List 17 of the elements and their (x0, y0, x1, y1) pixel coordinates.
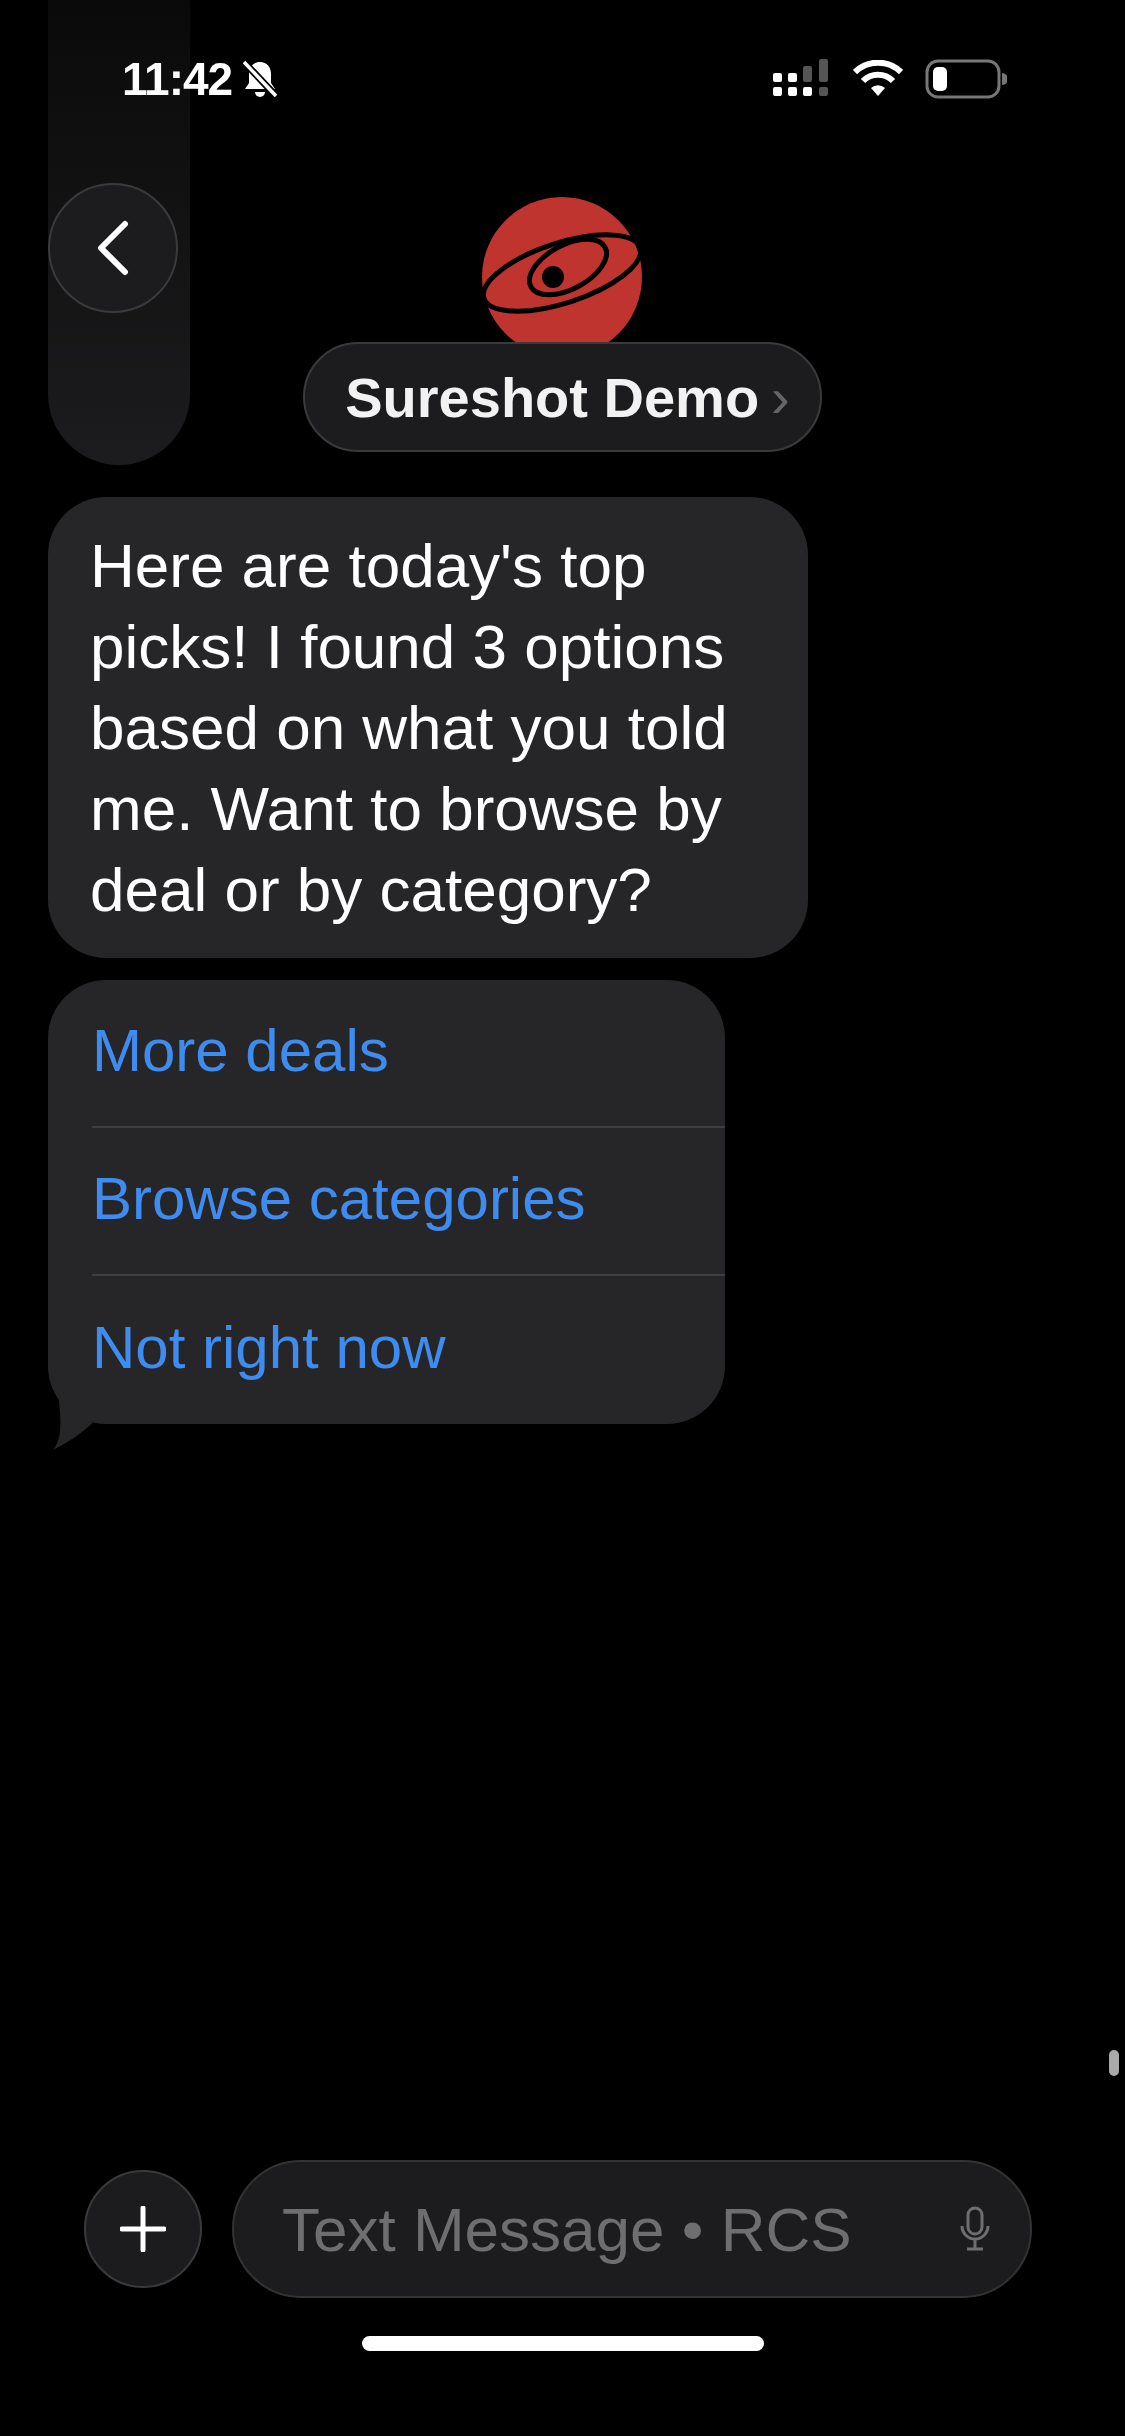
plus-icon (120, 2206, 166, 2252)
back-icon (95, 220, 131, 276)
message-field[interactable]: Text Message • RCS (232, 2160, 1032, 2298)
signal-icon (773, 59, 831, 99)
microphone-icon (958, 2206, 992, 2252)
wifi-icon (853, 60, 903, 98)
contact-name: Sureshot Demo (345, 364, 760, 430)
chevron-icon: › (771, 364, 790, 430)
scroll-indicator (1109, 2050, 1119, 2076)
suggestion-button[interactable]: Not right now (92, 1276, 725, 1424)
battery-icon (925, 59, 1007, 99)
suggestion-button[interactable]: Browse categories (92, 1128, 725, 1276)
contact-name-pill[interactable]: Sureshot Demo › (303, 342, 822, 452)
clock-time: 11:42 (122, 52, 233, 106)
bell-slash-icon (240, 58, 281, 100)
message-bubble: Here are today's top picks! I found 3 options based on what you told me. Want to browse by deal or by category? (48, 497, 808, 958)
suggestion-button[interactable]: More deals (92, 980, 725, 1128)
